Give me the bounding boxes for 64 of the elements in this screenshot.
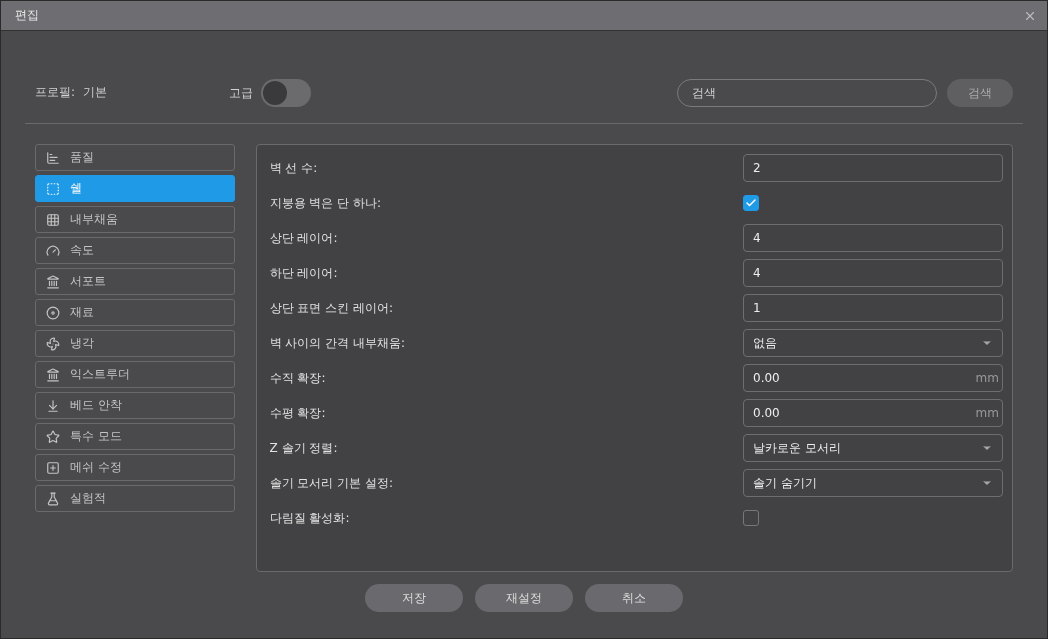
check-icon (745, 197, 757, 209)
gauge-icon (46, 243, 60, 258)
checkbox[interactable] (743, 195, 759, 211)
unit-label: mm (975, 371, 999, 385)
building-icon (46, 367, 60, 382)
sidebar-item[interactable]: 서포트 (35, 268, 235, 295)
unit-label: mm (975, 406, 999, 420)
sidebar-item[interactable]: 베드 안착 (35, 392, 235, 419)
download-icon (46, 398, 60, 413)
number-field[interactable]: 0.00 mm (743, 399, 1003, 427)
number-field[interactable]: 4 (743, 259, 1003, 287)
sidebar-item[interactable]: 내부채움 (35, 206, 235, 233)
search-button[interactable]: 검색 (947, 79, 1013, 107)
checkbox[interactable] (743, 510, 759, 526)
flask-icon (46, 491, 60, 506)
sidebar-item[interactable]: 속도 (35, 237, 235, 264)
number-field[interactable]: 1 (743, 294, 1003, 322)
sidebar-item[interactable]: 냉각 (35, 330, 235, 357)
setting-label: 상단 표면 스킨 레이어: (269, 299, 394, 317)
number-field[interactable]: 2 (743, 154, 1003, 182)
setting-label: 벽 선 수: (269, 159, 318, 177)
dropdown-value: 없음 (753, 334, 777, 352)
search-field[interactable]: 검색 (677, 79, 937, 107)
dropdown[interactable]: 없음 (743, 329, 1003, 357)
sidebar-item[interactable]: 메쉬 수정 (35, 454, 235, 481)
dashed-square-icon (46, 181, 60, 196)
setting-label: 다림질 활성화: (269, 509, 350, 527)
dialog-button[interactable]: 취소 (585, 584, 683, 612)
number-field[interactable]: 4 (743, 224, 1003, 252)
bars-icon (46, 150, 60, 165)
disc-icon (46, 305, 60, 320)
sidebar-item[interactable]: 실험적 (35, 485, 235, 512)
sidebar-item[interactable]: 익스트루더 (35, 361, 235, 388)
advanced-toggle[interactable] (261, 79, 311, 107)
dialog-button[interactable]: 저장 (365, 584, 463, 612)
field-value: 0.00 (753, 406, 780, 420)
profile-label: 프로필: (35, 84, 76, 101)
building-icon (46, 274, 60, 289)
setting-label: Z 솔기 정렬: (269, 439, 338, 457)
plus-square-icon (46, 460, 60, 475)
advanced-label: 고급 (229, 84, 253, 102)
dropdown[interactable]: 날카로운 모서리 (743, 434, 1003, 462)
setting-label: 상단 레이어: (269, 229, 338, 247)
dialog-button[interactable]: 재설정 (475, 584, 573, 612)
sidebar-item[interactable]: 특수 모드 (35, 423, 235, 450)
setting-label: 솔기 모서리 기본 설정: (269, 474, 394, 492)
number-field[interactable]: 0.00 mm (743, 364, 1003, 392)
sidebar-item[interactable]: 쉘 (35, 175, 235, 202)
setting-label: 하단 레이어: (269, 264, 338, 282)
grid-icon (46, 212, 60, 227)
setting-label: 벽 사이의 간격 내부채움: (269, 334, 406, 352)
sidebar-item[interactable]: 재료 (35, 299, 235, 326)
field-value: 0.00 (753, 371, 780, 385)
dropdown-value: 솔기 숨기기 (753, 474, 817, 492)
setting-label: 지붕용 벽은 단 하나: (269, 194, 382, 212)
window-title: 편집 (15, 7, 39, 24)
setting-label: 수평 확장: (269, 404, 326, 422)
profile-value: 기본 (83, 84, 108, 101)
fan-icon (46, 336, 60, 351)
star-icon (46, 429, 60, 444)
dropdown-value: 날카로운 모서리 (753, 439, 841, 457)
sidebar-item[interactable]: 품질 (35, 144, 235, 171)
setting-label: 수직 확장: (269, 369, 326, 387)
dropdown[interactable]: 솔기 숨기기 (743, 469, 1003, 497)
